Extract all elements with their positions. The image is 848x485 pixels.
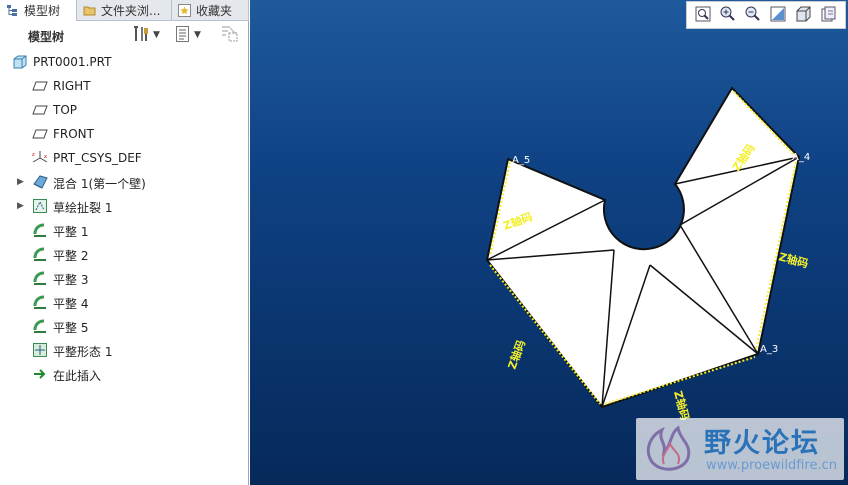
flame-logo-icon [642, 422, 700, 479]
flat-pattern-face [485, 86, 801, 409]
edge-label: Z轴码 [777, 249, 810, 270]
favorites-icon [178, 3, 191, 17]
edge-label: Z轴码 [505, 338, 528, 371]
model-tree: PRT0001.PRT RIGHT TOP FRONT z x PRT_CSYS_DEF ▶ 混… [0, 50, 248, 386]
sketch-rip-icon [32, 198, 48, 214]
tree-item-label: 平整 5 [53, 321, 89, 335]
tree-item-label: TOP [53, 103, 78, 117]
tree-item-label: FRONT [53, 127, 94, 141]
watermark-url: www.proewildfire.cn [706, 458, 837, 473]
flatten-icon [32, 270, 48, 286]
tab-label: 文件夹浏... [101, 3, 161, 18]
vertex-label: A_4 [792, 152, 810, 163]
settings-button[interactable]: ▼ [132, 25, 160, 45]
tree-item[interactable]: 平整 4 [0, 290, 248, 314]
tree-item-label: 草绘扯裂 1 [53, 201, 113, 215]
tree-item-label: 平整 2 [53, 249, 89, 263]
blend-wall-icon [32, 174, 48, 190]
tree-item[interactable]: TOP [0, 98, 248, 122]
tree-item-label: PRT_CSYS_DEF [53, 151, 142, 165]
tree-toolbar: 模型树 ▼ ▼ [0, 22, 249, 48]
flatten-icon [32, 222, 48, 238]
chevron-down-icon: ▼ [194, 30, 201, 40]
datum-plane-icon [32, 102, 48, 118]
csys-icon: zx [32, 150, 48, 166]
tree-item[interactable]: 平整 1 [0, 218, 248, 242]
tree-item-label: 平整 4 [53, 297, 89, 311]
tree-item-label: 平整 1 [53, 225, 89, 239]
edge-label: Z轴码 [671, 389, 692, 422]
tab-favorites[interactable]: 收藏夹 [172, 0, 249, 20]
vertex-label: A_3 [760, 344, 778, 355]
tree-item-label: PRT0001.PRT [33, 55, 112, 69]
tools-icon [132, 25, 150, 46]
tree-item[interactable]: FRONT [0, 122, 248, 146]
tab-folder-browser[interactable]: 文件夹浏... [77, 0, 172, 20]
panel-title: 模型树 [28, 30, 65, 44]
flatten-icon [32, 294, 48, 310]
filter-icon [220, 25, 240, 46]
expand-arrow-icon[interactable]: ▶ [17, 177, 25, 187]
sheetmetal-model: A_5 A_4 A_3 Z轴码 Z轴码 Z轴码 Z轴码 Z轴码 [485, 86, 810, 422]
tab-model-tree[interactable]: 模型树 [0, 0, 77, 21]
list-icon [175, 25, 191, 46]
tab-label: 模型树 [24, 4, 61, 18]
tree-item-label: RIGHT [53, 79, 91, 93]
tree-item-label: 平整 3 [53, 273, 89, 287]
show-button[interactable]: ▼ [175, 25, 201, 45]
watermark-logo: 野火论坛 www.proewildfire.cn [636, 418, 844, 480]
svg-text:z: z [32, 152, 35, 158]
tree-item[interactable]: RIGHT [0, 74, 248, 98]
tree-item[interactable]: 平整形态 1 [0, 338, 248, 362]
chevron-down-icon: ▼ [153, 30, 160, 40]
tree-icon [6, 4, 19, 17]
filter-button[interactable] [220, 25, 240, 45]
panel-tabs: 模型树 文件夹浏... 收藏夹 [0, 0, 249, 21]
svg-text:x: x [44, 154, 47, 160]
tree-item[interactable]: 在此插入 [0, 362, 248, 386]
expand-arrow-icon[interactable]: ▶ [17, 201, 25, 211]
flat-pattern-icon [32, 342, 48, 358]
tab-label: 收藏夹 [196, 3, 233, 18]
flatten-icon [32, 246, 48, 262]
tree-item-label: 混合 1(第一个壁) [53, 177, 146, 191]
tree-item[interactable]: 平整 3 [0, 266, 248, 290]
datum-plane-icon [32, 78, 48, 94]
tree-item[interactable]: ▶ 草绘扯裂 1 [0, 194, 248, 218]
datum-plane-icon [32, 126, 48, 142]
tree-item[interactable]: ▶ 混合 1(第一个壁) [0, 170, 248, 194]
flatten-icon [32, 318, 48, 334]
model-tree-panel: 模型树 文件夹浏... 收藏夹 模型树 ▼ ▼ PRT0001.PRT RIGH… [0, 0, 249, 485]
watermark-text: 野火论坛 [704, 428, 820, 459]
tree-item-label: 在此插入 [53, 369, 102, 383]
insert-here-icon [32, 366, 48, 382]
tree-item[interactable]: z x PRT_CSYS_DEF [0, 146, 248, 170]
folder-icon [83, 4, 96, 17]
tree-item[interactable]: 平整 2 [0, 242, 248, 266]
tree-item[interactable]: PRT0001.PRT [0, 50, 248, 74]
part-icon [12, 54, 28, 70]
tree-item[interactable]: 平整 5 [0, 314, 248, 338]
tree-item-label: 平整形态 1 [53, 345, 113, 359]
vertex-label: A_5 [512, 155, 530, 166]
graphics-window[interactable]: A_5 A_4 A_3 Z轴码 Z轴码 Z轴码 Z轴码 Z轴码 野火论坛 www… [250, 0, 848, 485]
